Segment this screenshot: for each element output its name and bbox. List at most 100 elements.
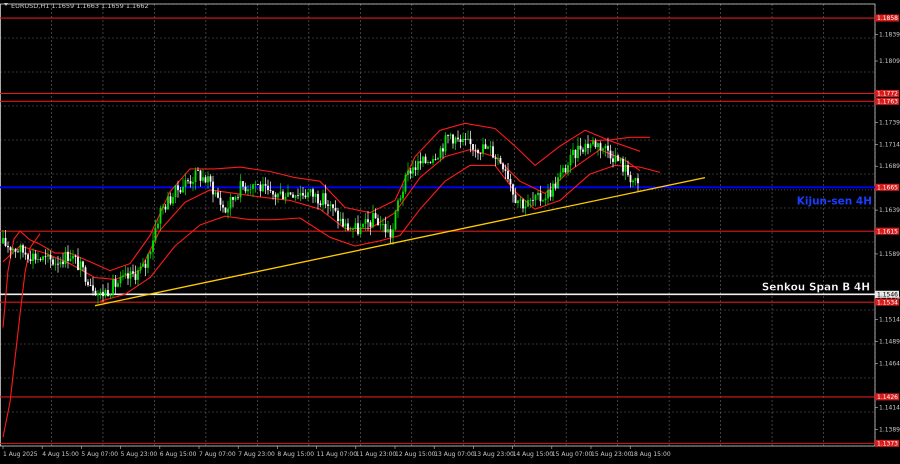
candle-body bbox=[362, 223, 364, 228]
x-tick-label: 1 Aug 2025 bbox=[3, 451, 38, 458]
candle-body bbox=[154, 228, 157, 241]
level-price-label: 1.1373 bbox=[877, 441, 898, 448]
candle-body bbox=[37, 259, 39, 260]
candle-body bbox=[69, 258, 72, 261]
candle-body bbox=[24, 252, 27, 255]
candle-body bbox=[444, 135, 447, 152]
level-price-label: 1.1772 bbox=[877, 91, 898, 98]
y-tick-label: 1.1839 bbox=[879, 32, 900, 39]
candle-body bbox=[577, 145, 579, 159]
candle-body bbox=[527, 200, 529, 207]
candle-body bbox=[504, 169, 507, 171]
candle-body bbox=[632, 180, 634, 183]
candle-body bbox=[292, 194, 294, 198]
candle-body bbox=[62, 261, 64, 265]
candle-body bbox=[389, 229, 392, 238]
senkou-price-tag-label: 1.1546 bbox=[877, 291, 898, 298]
candle-body bbox=[417, 161, 419, 170]
candle-body bbox=[192, 182, 194, 184]
candle-body bbox=[17, 251, 19, 253]
candle-body bbox=[497, 157, 499, 159]
candle-body bbox=[204, 177, 207, 183]
candle-body bbox=[232, 197, 234, 200]
x-tick-label: 11 Aug 07:00 bbox=[317, 451, 358, 458]
candle-body bbox=[514, 194, 517, 204]
candle-body bbox=[599, 143, 602, 151]
candle-body bbox=[334, 207, 337, 211]
candle-body bbox=[79, 261, 82, 271]
candle-body bbox=[114, 279, 117, 287]
candle-body bbox=[404, 175, 407, 192]
candle-body bbox=[509, 179, 512, 185]
candle-body bbox=[289, 192, 292, 195]
candle-body bbox=[174, 185, 177, 198]
candle-body bbox=[307, 192, 309, 198]
candle-body bbox=[542, 200, 544, 202]
candle-body bbox=[512, 184, 514, 195]
x-tick-label: 11 Aug 23:00 bbox=[356, 451, 397, 458]
candle-body bbox=[4, 237, 7, 246]
x-tick-label: 6 Aug 15:00 bbox=[160, 451, 197, 458]
candle-body bbox=[282, 191, 284, 200]
y-tick-label: 1.1414 bbox=[879, 404, 900, 411]
candle-body bbox=[397, 200, 399, 212]
candle-body bbox=[84, 267, 87, 282]
candle-body bbox=[274, 194, 277, 198]
x-tick-label: 8 Aug 15:00 bbox=[277, 451, 314, 458]
candle-body bbox=[297, 195, 299, 197]
candle-body bbox=[532, 200, 534, 201]
candle-body bbox=[162, 206, 164, 208]
candle-body bbox=[152, 240, 154, 252]
candle-body bbox=[412, 167, 414, 174]
x-tick-label: 13 Aug 07:00 bbox=[434, 451, 475, 458]
candle-body bbox=[19, 245, 22, 253]
candle-body bbox=[267, 185, 269, 191]
candle-body bbox=[179, 190, 182, 193]
candle-body bbox=[294, 195, 297, 198]
candle-body bbox=[224, 207, 227, 213]
y-tick-label: 1.1689 bbox=[879, 163, 900, 170]
candle-body bbox=[407, 170, 409, 176]
candle-body bbox=[602, 148, 604, 151]
candle-body bbox=[562, 168, 564, 173]
candle-body bbox=[609, 150, 612, 159]
x-tick-label: 13 Aug 23:00 bbox=[473, 451, 514, 458]
candle-body bbox=[464, 138, 467, 140]
candle-body bbox=[269, 190, 272, 191]
candle-body bbox=[12, 248, 14, 251]
candle-body bbox=[107, 290, 109, 297]
candle-body bbox=[574, 149, 577, 159]
candle-body bbox=[199, 170, 202, 181]
candle-body bbox=[89, 285, 92, 286]
candle-body bbox=[624, 164, 627, 172]
candle-body bbox=[239, 181, 242, 198]
candle-body bbox=[167, 196, 169, 210]
candle-body bbox=[459, 139, 462, 143]
x-tick-label: 5 Aug 07:00 bbox=[81, 451, 118, 458]
candle-body bbox=[384, 224, 387, 233]
candle-body bbox=[452, 134, 454, 144]
candle-body bbox=[314, 193, 317, 197]
candle-body bbox=[612, 158, 614, 162]
candle-body bbox=[164, 206, 167, 210]
candle-body bbox=[352, 229, 354, 230]
candle-body bbox=[547, 189, 549, 199]
candle-body bbox=[49, 254, 52, 260]
candle-body bbox=[127, 273, 129, 279]
candle-body bbox=[569, 154, 572, 166]
candle-body bbox=[434, 159, 437, 160]
candle-body bbox=[507, 170, 509, 180]
y-tick-label: 1.1389 bbox=[879, 426, 900, 433]
candle-body bbox=[197, 170, 199, 172]
x-tick-label: 12 Aug 15:00 bbox=[395, 451, 436, 458]
candle-body bbox=[564, 168, 567, 173]
candle-body bbox=[572, 149, 574, 155]
candle-body bbox=[177, 185, 179, 191]
candle-body bbox=[552, 183, 554, 197]
candle-body bbox=[139, 266, 142, 271]
senkou-span-b-label: Senkou Span B 4H bbox=[762, 281, 870, 293]
candle-body bbox=[144, 263, 147, 268]
chart-area: 1.1839 1.1809 1.1739 1.1714 1.1689 1.1639 1.15… bbox=[0, 0, 900, 460]
candle-body bbox=[57, 263, 59, 265]
y-tick-label: 1.1809 bbox=[879, 58, 900, 65]
